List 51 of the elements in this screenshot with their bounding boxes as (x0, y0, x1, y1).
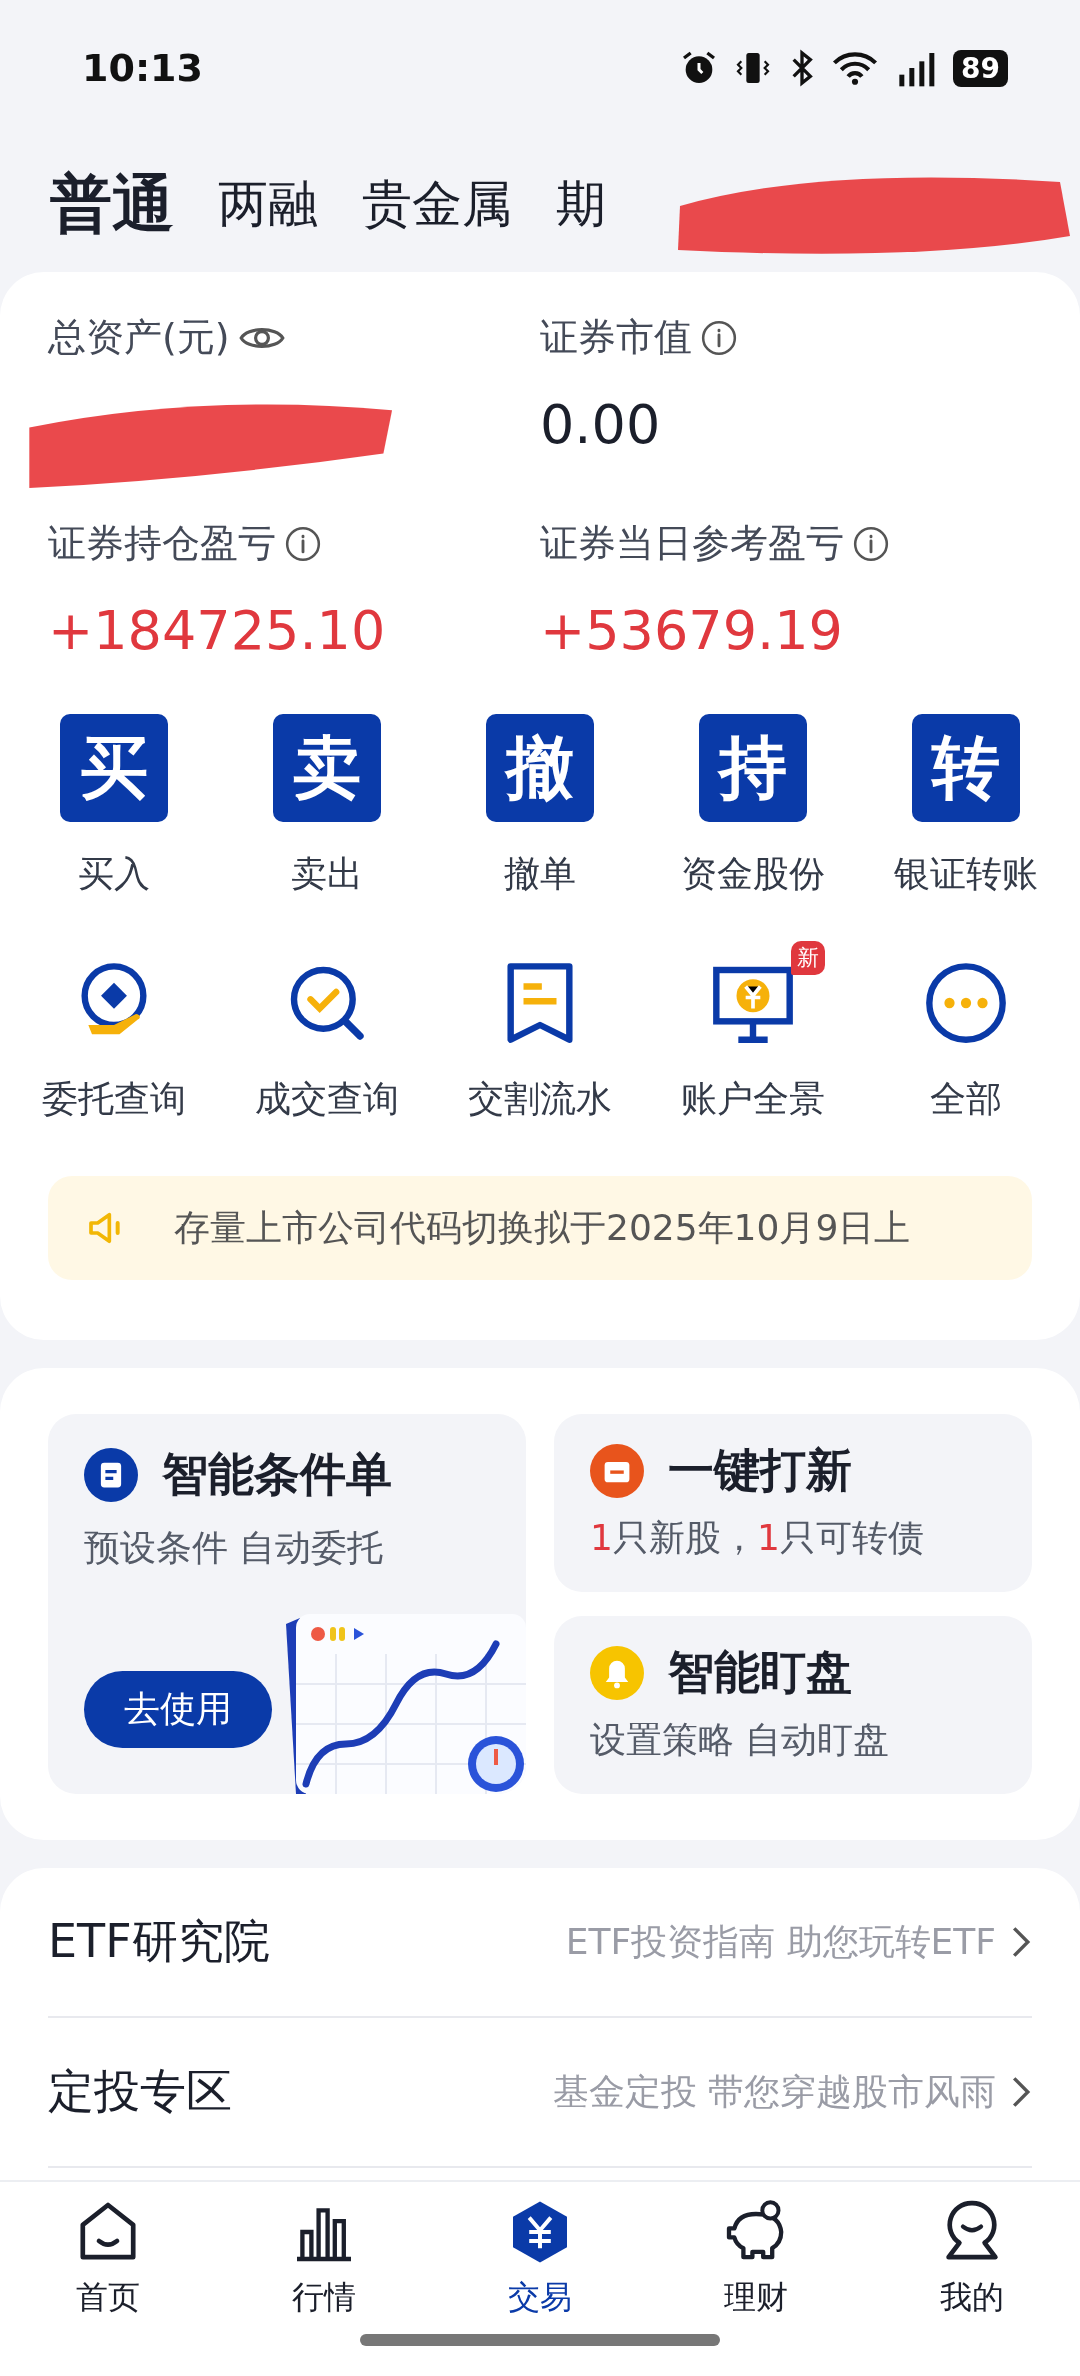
metric-value: 0.00 (540, 393, 662, 456)
trade-action[interactable]: 买 买入 (8, 714, 221, 899)
tool-shortcut[interactable]: 成交查询 (220, 935, 434, 1124)
trade-action[interactable]: 转 银证转账 (859, 714, 1072, 899)
info-icon[interactable] (284, 524, 322, 563)
tool-shortcut[interactable]: 新 账户全景 (646, 935, 860, 1124)
metric-value: +53679.19 (540, 599, 844, 662)
account-tab[interactable]: 贵金属 (362, 170, 512, 238)
nav-tab[interactable]: 我的 (864, 2196, 1080, 2320)
use-button[interactable]: 去使用 (84, 1671, 272, 1748)
nav-tab[interactable]: 首页 (0, 2196, 216, 2320)
clipboard-icon (84, 1448, 138, 1502)
metric-label: 证券市值 (540, 314, 692, 361)
trade-action[interactable]: 撤 撤单 (433, 714, 647, 899)
chevron-right-icon (1010, 2075, 1032, 2109)
tool-shortcut[interactable]: 委托查询 (8, 935, 221, 1124)
feature-title: 智能条件单 (162, 1446, 392, 1503)
feature-subtitle: 1只新股，1只可转债 (590, 1516, 925, 1560)
feature-title: 一键打新 (668, 1442, 852, 1499)
trade-action[interactable]: 持 资金股份 (646, 714, 860, 899)
info-icon[interactable] (700, 318, 738, 357)
nav-tab[interactable]: 交易 (432, 2196, 648, 2320)
account-tab[interactable]: 期 (556, 170, 606, 238)
feature-tile[interactable]: 智能盯盘 设置策略 自动盯盘 (554, 1616, 1032, 1794)
link-title: ETF研究院 (48, 1913, 270, 1970)
metric-label: 总资产(元) (48, 314, 230, 361)
chevron-right-icon (1010, 1925, 1032, 1959)
account-tab[interactable]: 两融 (218, 170, 318, 238)
nav-tab[interactable]: 行情 (216, 2196, 432, 2320)
nav-tab[interactable]: 理财 (648, 2196, 864, 2320)
metric-label: 证券当日参考盈亏 (540, 520, 844, 567)
battery-level: 89 (953, 49, 1008, 87)
gift-box-icon (590, 1444, 644, 1498)
metric-label: 证券持仓盈亏 (48, 520, 276, 567)
tool-shortcut[interactable]: 交割流水 (433, 935, 647, 1124)
tool-shortcut[interactable]: 全部 (859, 935, 1072, 1124)
feature-subtitle: 设置策略 自动盯盘 (590, 1718, 891, 1762)
status-time: 10:13 (82, 46, 203, 90)
notice-text: 存量上市公司代码切换拟于2025年10月9日上 (174, 1205, 911, 1250)
account-tab[interactable]: 普通 (50, 162, 174, 246)
new-badge: 新 (790, 941, 825, 975)
link-title: 定投专区 (48, 2063, 232, 2120)
bell-icon (590, 1646, 644, 1700)
info-icon[interactable] (852, 524, 890, 563)
notice-bar[interactable]: 存量上市公司代码切换拟于2025年10月9日上 (48, 1176, 1032, 1280)
feature-subtitle: 预设条件 自动委托 (84, 1526, 385, 1570)
feature-tile[interactable]: 智能条件单 预设条件 自动委托 去使用 (48, 1414, 526, 1794)
feature-title: 智能盯盘 (668, 1644, 852, 1701)
trade-action[interactable]: 卖 卖出 (220, 714, 434, 899)
metric-value: +184725.10 (48, 599, 387, 662)
feature-tile[interactable]: 一键打新 1只新股，1只可转债 (554, 1414, 1032, 1592)
